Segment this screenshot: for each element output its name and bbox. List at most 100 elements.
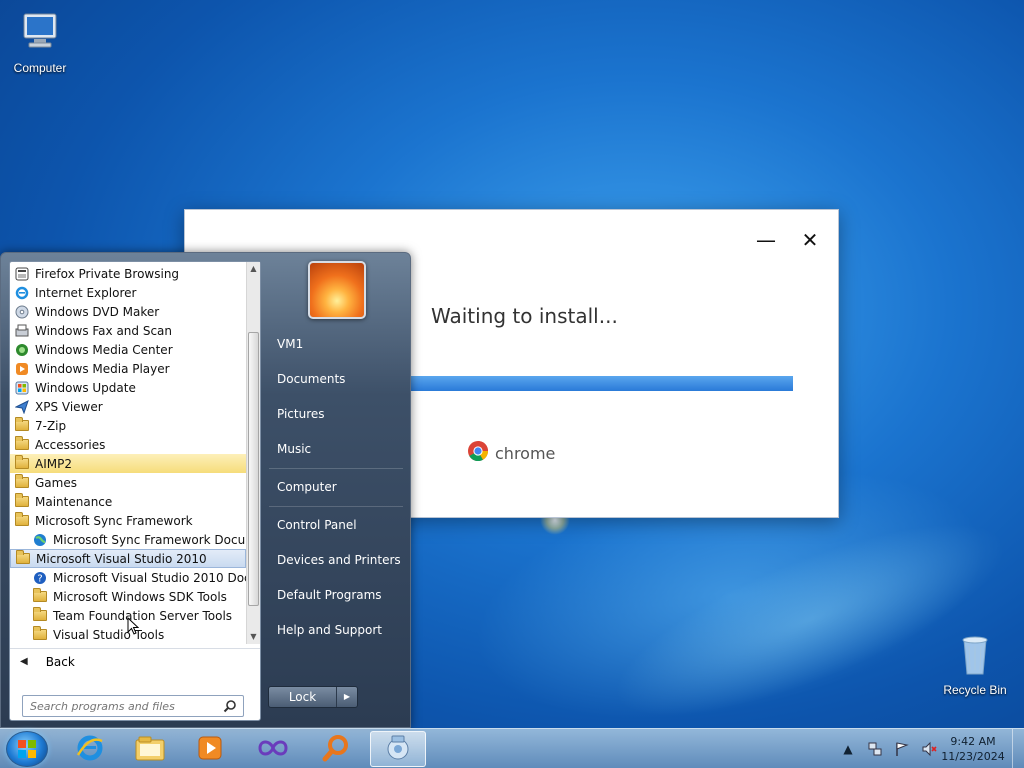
minimize-button[interactable]: —: [755, 230, 777, 252]
program-item[interactable]: Microsoft Windows SDK Tools: [10, 587, 246, 606]
search-icon[interactable]: [223, 699, 237, 716]
program-label: Microsoft Sync Framework Docume: [53, 532, 246, 547]
program-label: 7-Zip: [35, 418, 67, 433]
program-item[interactable]: Accessories: [10, 435, 246, 454]
lock-button[interactable]: Lock ▶: [268, 686, 358, 708]
start-menu: Firefox Private Browsing Internet Explore…: [0, 252, 411, 728]
taskbar-installer[interactable]: [370, 731, 426, 767]
chrome-logo-icon: [467, 440, 489, 466]
divider: [269, 506, 403, 507]
program-item[interactable]: Maintenance: [10, 492, 246, 511]
file-explorer-icon: [134, 734, 166, 765]
taskbar-internet-explorer[interactable]: [62, 731, 118, 767]
start-search-input[interactable]: [30, 699, 215, 713]
folder-icon: [14, 455, 30, 472]
taskbar-visual-studio[interactable]: [245, 731, 301, 767]
program-item[interactable]: Windows DVD Maker: [10, 302, 246, 321]
link-music[interactable]: Music: [269, 434, 405, 464]
firefox-private-icon: [14, 266, 30, 282]
desktop-icon-recycle-bin[interactable]: Recycle Bin: [935, 630, 1015, 697]
taskbar-clock[interactable]: 9:42 AM 11/23/2024: [936, 734, 1010, 764]
folder-icon: [14, 474, 30, 491]
program-list: Firefox Private Browsing Internet Explore…: [10, 262, 246, 644]
link-help-and-support[interactable]: Help and Support: [269, 615, 405, 645]
program-item[interactable]: XPS Viewer: [10, 397, 246, 416]
media-center-icon: [14, 342, 30, 358]
divider: [269, 468, 403, 469]
user-account-picture[interactable]: [308, 261, 366, 319]
program-label: XPS Viewer: [35, 399, 103, 414]
program-item[interactable]: Firefox Private Browsing: [10, 264, 246, 283]
link-user-folder[interactable]: VM1: [269, 329, 405, 359]
taskbar-windows-explorer[interactable]: [122, 731, 178, 767]
link-documents[interactable]: Documents: [269, 364, 405, 394]
program-label: Microsoft Windows SDK Tools: [53, 589, 227, 604]
shutdown-options-arrow-icon[interactable]: ▶: [337, 687, 357, 707]
program-item[interactable]: Microsoft Visual Studio 2010: [10, 549, 246, 568]
magnifier-icon: [321, 733, 351, 766]
program-item[interactable]: Windows Media Center: [10, 340, 246, 359]
taskbar-media-player[interactable]: [182, 731, 238, 767]
scrollbar-thumb[interactable]: [248, 332, 259, 606]
link-devices-and-printers[interactable]: Devices and Printers: [269, 545, 405, 575]
desktop-icon-computer[interactable]: Computer: [0, 8, 80, 75]
media-player-icon: [196, 734, 224, 765]
program-item[interactable]: Microsoft Sync Framework Docume: [10, 530, 246, 549]
program-label: Internet Explorer: [35, 285, 137, 300]
action-center-flag-icon[interactable]: [894, 741, 910, 757]
program-label: Microsoft Visual Studio 2010 Docum: [53, 570, 246, 585]
windows-logo-icon: [18, 740, 36, 758]
start-button[interactable]: [6, 731, 48, 767]
program-label: Windows DVD Maker: [35, 304, 160, 319]
back-arrow-icon: ◀: [20, 656, 28, 667]
folder-icon: [15, 550, 31, 567]
internet-explorer-icon: [75, 733, 105, 766]
program-item[interactable]: Microsoft Sync Framework: [10, 511, 246, 530]
back-label: Back: [45, 654, 75, 669]
help-doc-icon: ?: [32, 570, 48, 586]
program-label: Windows Fax and Scan: [35, 323, 173, 338]
link-pictures[interactable]: Pictures: [269, 399, 405, 429]
show-desktop-button[interactable]: [1012, 729, 1024, 768]
network-icon[interactable]: [867, 741, 883, 757]
xps-viewer-icon: [14, 399, 30, 415]
link-control-panel[interactable]: Control Panel: [269, 510, 405, 540]
program-item[interactable]: Windows Media Player: [10, 359, 246, 378]
program-item[interactable]: Windows Fax and Scan: [10, 321, 246, 340]
program-item[interactable]: Games: [10, 473, 246, 492]
clock-time: 9:42 AM: [950, 735, 996, 748]
program-label: Microsoft Visual Studio 2010: [36, 551, 207, 566]
computer-icon: [16, 13, 64, 59]
program-label: Microsoft Sync Framework: [35, 513, 193, 528]
chrome-brand-label: chrome: [495, 443, 556, 463]
start-search-box[interactable]: [22, 695, 244, 717]
install-progress-bar: [410, 376, 793, 391]
program-label: Maintenance: [35, 494, 113, 509]
scroll-down-arrow-icon[interactable]: ▼: [247, 630, 260, 644]
installer-icon: [383, 733, 413, 766]
program-item[interactable]: Windows Update: [10, 378, 246, 397]
program-label: AIMP2: [35, 456, 72, 471]
folder-icon: [14, 417, 30, 434]
close-button[interactable]: ✕: [799, 230, 821, 252]
svg-text:?: ?: [37, 573, 42, 584]
link-default-programs[interactable]: Default Programs: [269, 580, 405, 610]
program-item[interactable]: ? Microsoft Visual Studio 2010 Docum: [10, 568, 246, 587]
program-label: Team Foundation Server Tools: [53, 608, 233, 623]
taskbar: ▲ 9:42 AM 11/23/2024: [0, 728, 1024, 768]
folder-icon: [14, 436, 30, 453]
volume-muted-icon[interactable]: [921, 741, 937, 757]
system-tray: ▲: [840, 729, 937, 768]
folder-icon: [14, 493, 30, 510]
taskbar-search-app[interactable]: [308, 731, 364, 767]
program-list-scrollbar[interactable]: ▲ ▼: [246, 262, 260, 644]
program-item[interactable]: Internet Explorer: [10, 283, 246, 302]
mouse-cursor-icon: [127, 617, 139, 635]
scroll-up-arrow-icon[interactable]: ▲: [247, 262, 260, 276]
show-hidden-icons-icon[interactable]: ▲: [840, 741, 856, 757]
program-item[interactable]: AIMP2: [10, 454, 246, 473]
program-item[interactable]: 7-Zip: [10, 416, 246, 435]
back-button[interactable]: ◀ Back: [10, 648, 260, 674]
folder-icon: [32, 588, 48, 605]
link-computer[interactable]: Computer: [269, 472, 405, 502]
